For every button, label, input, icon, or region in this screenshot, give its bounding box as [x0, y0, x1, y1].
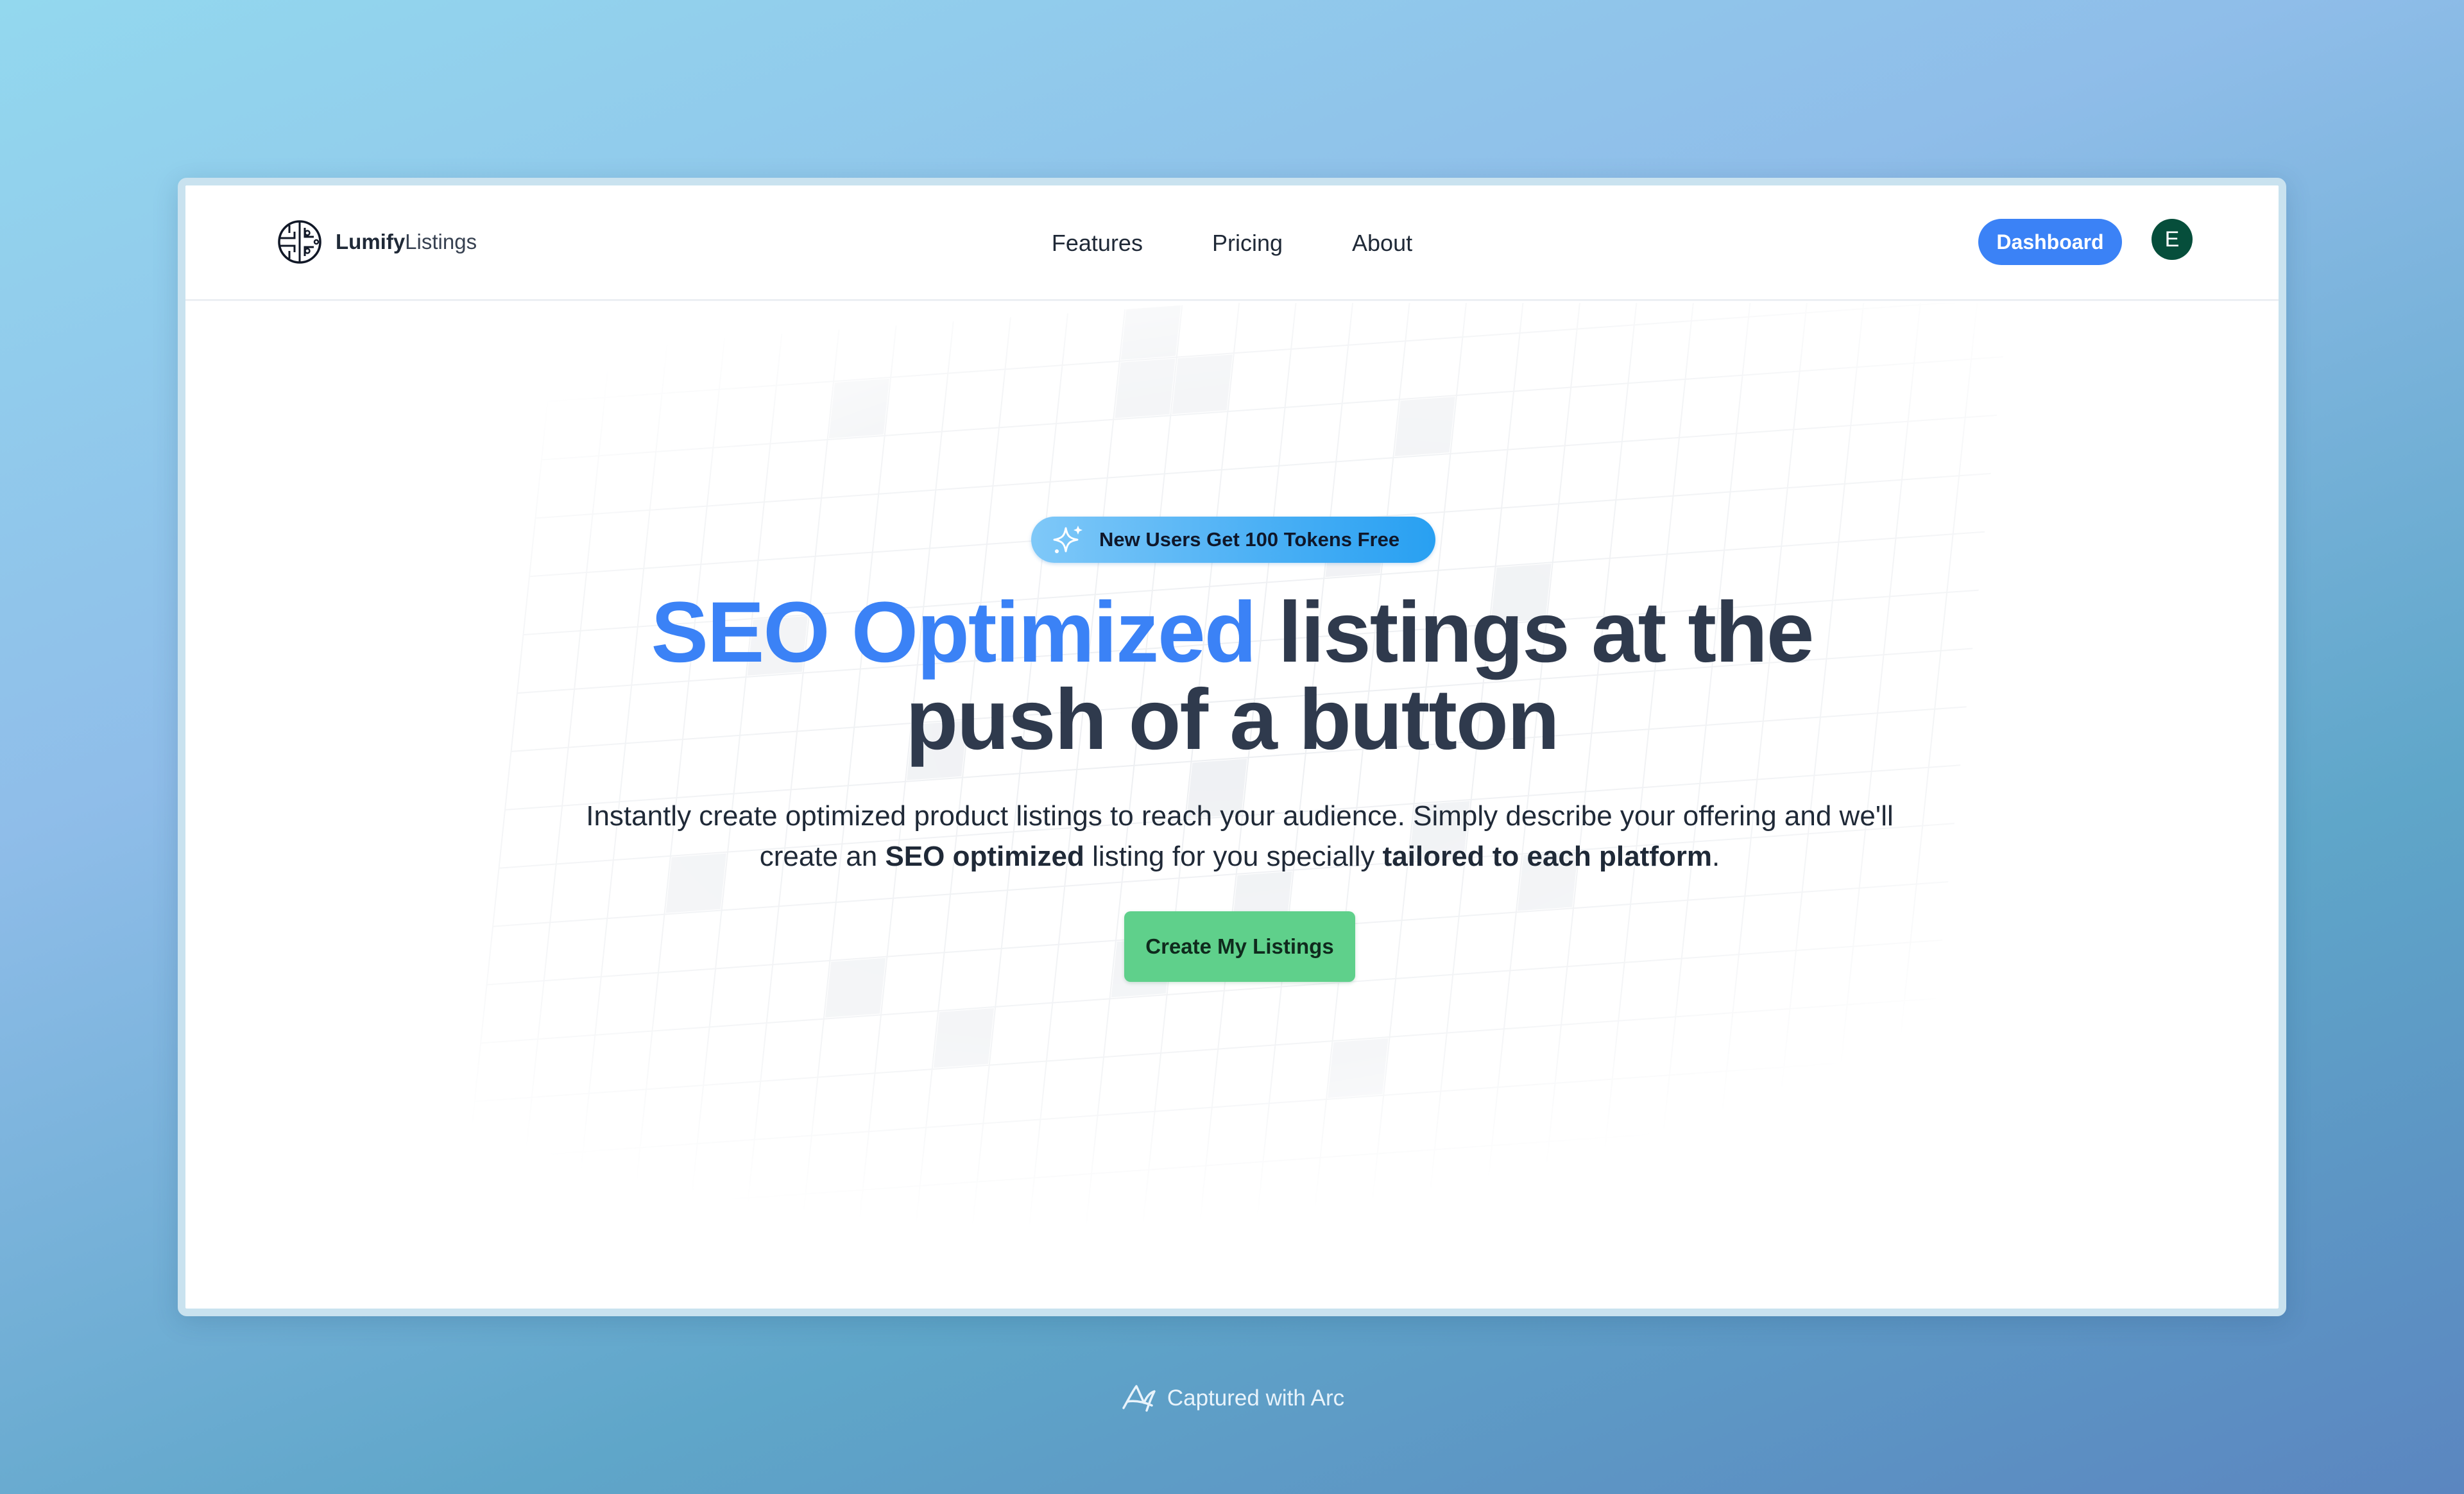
nav-link-features[interactable]: Features — [1052, 223, 1143, 263]
user-avatar[interactable]: E — [2152, 219, 2193, 260]
hero-headline: SEO Optimized listings at the push of a … — [185, 589, 2279, 764]
nav-link-about[interactable]: About — [1352, 223, 1412, 263]
nav-link-pricing[interactable]: Pricing — [1212, 223, 1283, 263]
subtext-bold-platform: tailored to each platform — [1382, 841, 1712, 872]
headline-line1-rest: listings at the — [1255, 585, 1815, 680]
hero-content: New Users Get 100 Tokens Free SEO Optimi… — [185, 303, 2279, 1309]
nav-links: Features Pricing About — [185, 185, 2279, 301]
create-listings-button[interactable]: Create My Listings — [1124, 911, 1355, 982]
subtext-bold-seo: SEO optimized — [885, 841, 1084, 872]
headline-accent: SEO Optimized — [651, 585, 1257, 680]
free-tokens-badge[interactable]: New Users Get 100 Tokens Free — [1031, 517, 1435, 563]
browser-window: LumifyListings Features Pricing About Da… — [178, 178, 2286, 1316]
badge-text: New Users Get 100 Tokens Free — [1099, 528, 1400, 551]
hero-subtext: Instantly create optimized product listi… — [586, 800, 1894, 872]
headline-line2: push of a button — [905, 672, 1559, 768]
arc-logo-icon — [1122, 1385, 1156, 1412]
dashboard-button[interactable]: Dashboard — [1978, 219, 2122, 265]
hero-section: New Users Get 100 Tokens Free SEO Optimi… — [185, 303, 2279, 1309]
sparkle-icon — [1053, 526, 1082, 553]
captured-text: Captured with Arc — [1167, 1386, 1345, 1411]
capture-footer: Captured with Arc — [0, 1382, 2464, 1414]
top-navbar: LumifyListings Features Pricing About Da… — [185, 185, 2279, 301]
